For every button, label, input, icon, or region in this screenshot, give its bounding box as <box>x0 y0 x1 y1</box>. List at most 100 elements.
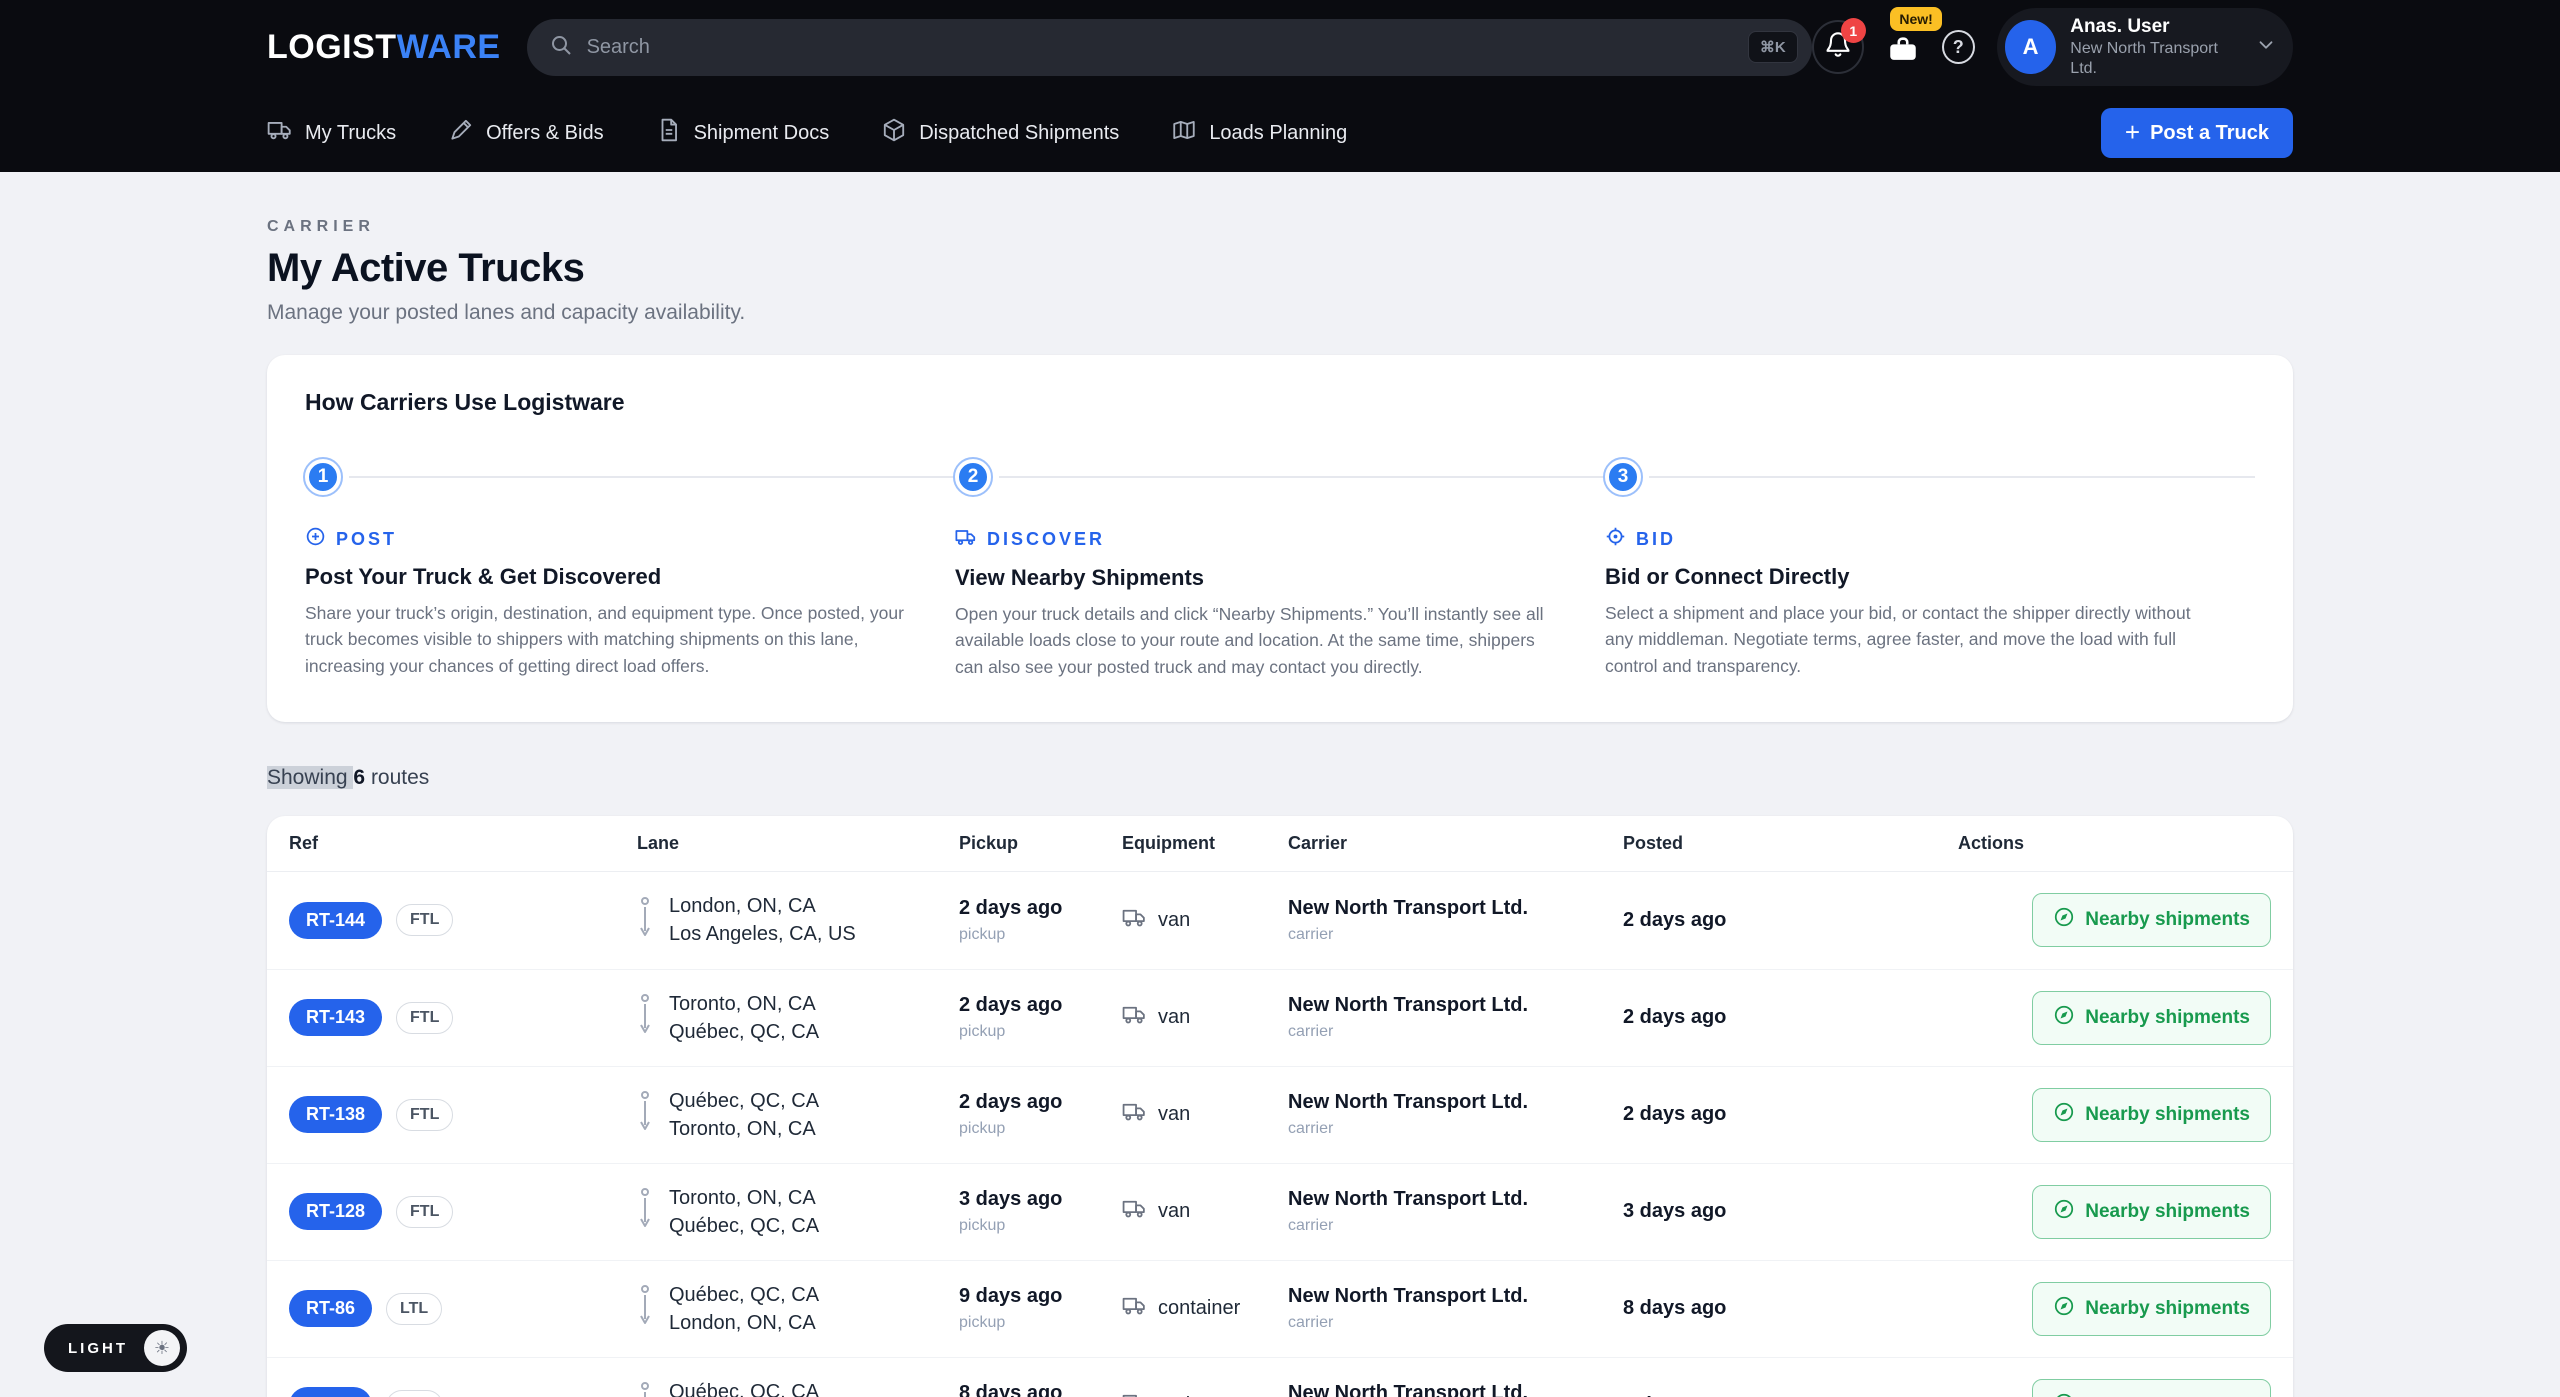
theme-label: LIGHT <box>68 1340 128 1357</box>
theme-toggle[interactable]: LIGHT ☀ <box>44 1324 187 1372</box>
nav-label: Dispatched Shipments <box>919 122 1119 145</box>
step-connector <box>1649 476 2255 478</box>
carrier-name: New North Transport Ltd. <box>1288 1091 1623 1114</box>
ref-badge[interactable]: RT-128 <box>289 1193 382 1230</box>
carrier-sub-label: carrier <box>1288 1120 1623 1138</box>
search-shortcut-badge: ⌘K <box>1748 31 1798 63</box>
nearby-shipments-button[interactable]: Nearby shipments <box>2032 1379 2271 1397</box>
notification-count-badge: 1 <box>1841 18 1866 43</box>
whats-new-button[interactable]: New! <box>1886 23 1920 72</box>
load-type-badge: FTL <box>396 904 453 936</box>
posted-age: 2 days ago <box>1623 1103 1958 1126</box>
nav-label: Offers & Bids <box>486 122 603 145</box>
nearby-shipments-label: Nearby shipments <box>2085 1298 2250 1320</box>
lane-origin: Toronto, ON, CA <box>669 991 819 1017</box>
truck-icon <box>1122 1002 1147 1033</box>
lane-destination: Toronto, ON, CA <box>669 1116 819 1142</box>
lane-destination: London, ON, CA <box>669 1310 819 1336</box>
nav-item-shipment-docs[interactable]: Shipment Docs <box>656 117 830 149</box>
nearby-shipments-button[interactable]: Nearby shipments <box>2032 893 2271 947</box>
document-icon <box>656 117 682 149</box>
table-header-row: Ref Lane Pickup Equipment Carrier Posted… <box>267 816 2293 872</box>
route-icon <box>637 991 653 1044</box>
brand-logo[interactable]: LOGISTWARE <box>267 28 501 67</box>
compass-icon <box>2053 1198 2075 1226</box>
lane-origin: Toronto, ON, CA <box>669 1185 819 1211</box>
user-name: Anas. User <box>2070 15 2241 39</box>
carrier-name: New North Transport Ltd. <box>1288 994 1623 1017</box>
howto-step-post: 1 POST Post Your Truck & Get Discovered … <box>305 452 955 680</box>
theme-knob[interactable]: ☀ <box>144 1330 180 1366</box>
load-type-badge: FTL <box>396 1196 453 1228</box>
table-row: RT-86 LTL Québec, QC, CA London, ON, CA … <box>267 1260 2293 1357</box>
post-truck-label: Post a Truck <box>2150 122 2269 145</box>
page-eyebrow: CARRIER <box>267 218 2293 236</box>
nearby-shipments-button[interactable]: Nearby shipments <box>2032 991 2271 1045</box>
compass-icon <box>2053 1101 2075 1129</box>
col-header-equipment: Equipment <box>1122 833 1288 854</box>
nav-item-offers-bids[interactable]: Offers & Bids <box>448 117 603 149</box>
truck-icon <box>1122 1099 1147 1130</box>
global-search[interactable]: ⌘K <box>527 19 1812 76</box>
ref-badge[interactable]: RT-85 <box>289 1387 372 1397</box>
lane-origin: Québec, QC, CA <box>669 1088 819 1114</box>
sun-icon: ☀ <box>154 1338 170 1359</box>
nav-item-dispatched-shipments[interactable]: Dispatched Shipments <box>881 117 1119 149</box>
ref-badge[interactable]: RT-144 <box>289 902 382 939</box>
help-button[interactable]: ? <box>1942 30 1975 64</box>
post-truck-button[interactable]: + Post a Truck <box>2101 108 2293 158</box>
search-icon <box>549 33 573 62</box>
col-header-ref: Ref <box>289 833 637 854</box>
truck-icon <box>1122 1196 1147 1227</box>
howto-step-discover: 2 DISCOVER View Nearby Shipments Open yo… <box>955 452 1605 680</box>
lane-destination: Québec, QC, CA <box>669 1019 819 1045</box>
ref-badge[interactable]: RT-138 <box>289 1096 382 1133</box>
lane-origin: Québec, QC, CA <box>669 1379 819 1397</box>
nearby-shipments-button[interactable]: Nearby shipments <box>2032 1282 2271 1336</box>
step-tag-label: DISCOVER <box>987 529 1105 550</box>
nearby-shipments-button[interactable]: Nearby shipments <box>2032 1185 2271 1239</box>
user-menu[interactable]: A Anas. User New North Transport Ltd. <box>1997 8 2293 86</box>
step-heading: Bid or Connect Directly <box>1605 564 2255 590</box>
ref-badge[interactable]: RT-86 <box>289 1290 372 1327</box>
brand-logo-part1: LOGIST <box>267 28 397 66</box>
load-type-badge: LTL <box>386 1293 442 1325</box>
route-icon <box>637 1088 653 1141</box>
avatar: A <box>2005 20 2057 74</box>
main-content: CARRIER My Active Trucks Manage your pos… <box>267 218 2293 1397</box>
nav-item-my-trucks[interactable]: My Trucks <box>267 117 396 149</box>
results-summary: Showing 6 routes <box>267 766 2293 790</box>
pickup-age: 9 days ago <box>959 1285 1122 1308</box>
posted-age: 2 days ago <box>1623 1006 1958 1029</box>
nearby-shipments-label: Nearby shipments <box>2085 1104 2250 1126</box>
plus-icon: + <box>2125 119 2140 145</box>
search-input[interactable] <box>587 36 1734 59</box>
ref-badge[interactable]: RT-143 <box>289 999 382 1036</box>
briefcase-icon <box>1886 54 1920 71</box>
step-number-badge: 3 <box>1605 459 1641 495</box>
main-nav: My Trucks Offers & Bids Shipment Docs Di… <box>267 94 2293 172</box>
carrier-name: New North Transport Ltd. <box>1288 897 1623 920</box>
package-icon <box>881 117 907 149</box>
nav-item-loads-planning[interactable]: Loads Planning <box>1171 117 1347 149</box>
notifications-button[interactable]: 1 <box>1812 20 1864 74</box>
compass-icon <box>2053 1295 2075 1323</box>
nearby-shipments-label: Nearby shipments <box>2085 1201 2250 1223</box>
carrier-sub-label: carrier <box>1288 1023 1623 1041</box>
new-badge: New! <box>1890 7 1941 31</box>
step-number-badge: 1 <box>305 459 341 495</box>
load-type-badge: FTL <box>396 1002 453 1034</box>
load-type-badge: FTL <box>396 1099 453 1131</box>
truck-icon <box>267 117 293 149</box>
truck-icon <box>1122 1390 1147 1397</box>
compass-icon <box>2053 906 2075 934</box>
carrier-sub-label: carrier <box>1288 926 1623 944</box>
nav-label: My Trucks <box>305 122 396 145</box>
carrier-name: New North Transport Ltd. <box>1288 1382 1623 1397</box>
step-tag-label: BID <box>1636 529 1676 550</box>
summary-count: 6 <box>353 766 365 789</box>
nearby-shipments-button[interactable]: Nearby shipments <box>2032 1088 2271 1142</box>
equipment-type: van <box>1158 909 1190 932</box>
equipment-type: van <box>1158 1103 1190 1126</box>
equipment-type: van <box>1158 1200 1190 1223</box>
